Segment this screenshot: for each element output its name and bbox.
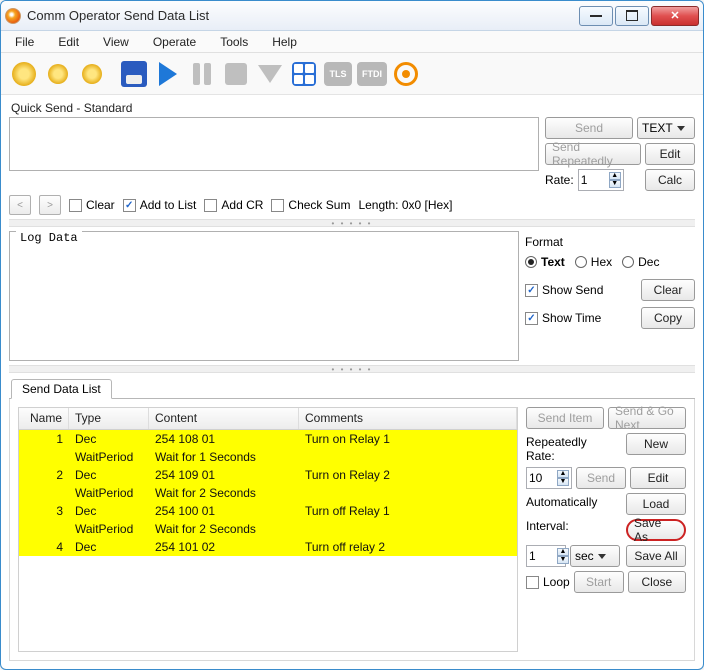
table-row[interactable]: WaitPeriodWait for 2 Seconds [19,484,517,502]
automatically-label: Automatically [526,495,622,515]
rate-spinner[interactable]: ▲▼ [578,169,624,191]
repeat-send-button[interactable]: Send [576,467,626,489]
menubar: File Edit View Operate Tools Help [1,31,703,53]
menu-tools[interactable]: Tools [216,33,252,51]
col-type[interactable]: Type [69,408,149,429]
connect-icon[interactable] [9,59,39,89]
new-button[interactable]: New [626,433,686,455]
toolbar: TLS FTDI [1,53,703,95]
repeat-rate-spinner[interactable]: ▲▼ [526,467,572,489]
grid-header: Name Type Content Comments [19,408,517,430]
log-data-box: Log Data [9,231,519,361]
stop-icon[interactable] [221,59,251,89]
menu-view[interactable]: View [99,33,133,51]
list-edit-button[interactable]: Edit [630,467,686,489]
rate-label-2: Rate: [526,449,622,463]
menu-file[interactable]: File [11,33,38,51]
data-list-grid[interactable]: Name Type Content Comments 1Dec254 108 0… [18,407,518,652]
interval-label: Interval: [526,519,622,541]
download-icon[interactable] [255,59,285,89]
format-label: Format [525,235,695,249]
next-button[interactable]: > [39,195,61,215]
play-icon[interactable] [153,59,183,89]
save-as-button[interactable]: Save As [626,519,686,541]
table-row[interactable] [19,592,517,610]
save-all-button[interactable]: Save All [626,545,686,567]
maximize-button[interactable] [615,6,649,26]
table-row[interactable]: 4Dec254 101 02Turn off relay 2 [19,538,517,556]
titlebar: Comm Operator Send Data List [1,1,703,31]
clear-checkbox[interactable]: Clear [69,198,115,212]
col-name[interactable]: Name [19,408,69,429]
window-title: Comm Operator Send Data List [27,8,209,23]
checksum-checkbox[interactable]: Check Sum [271,198,350,212]
app-window: Comm Operator Send Data List File Edit V… [0,0,704,670]
quick-send-panel: Quick Send - Standard Send TEXT Send Rep… [9,99,695,215]
table-row[interactable]: 2Dec254 109 01Turn on Relay 2 [19,466,517,484]
table-row[interactable] [19,556,517,574]
send-item-button[interactable]: Send Item [526,407,604,429]
table-row[interactable] [19,628,517,646]
splitter-1[interactable]: • • • • • [9,219,695,227]
reconnect-icon[interactable] [77,59,107,89]
col-content[interactable]: Content [149,408,299,429]
show-time-checkbox[interactable]: Show Time [525,311,601,325]
start-button[interactable]: Start [574,571,624,593]
quick-send-label: Quick Send - Standard [9,99,695,117]
table-row[interactable] [19,574,517,592]
add-to-list-checkbox[interactable]: Add to List [123,198,197,212]
minimize-button[interactable] [579,6,613,26]
app-icon [5,8,21,24]
tls-icon[interactable]: TLS [323,59,353,89]
save-icon[interactable] [119,59,149,89]
ftdi-icon[interactable]: FTDI [357,59,387,89]
table-row[interactable] [19,610,517,628]
send-data-list-panel: Send Data List Name Type Content Comment… [9,377,695,661]
close-button[interactable] [651,6,699,26]
menu-edit[interactable]: Edit [54,33,83,51]
menu-help[interactable]: Help [268,33,301,51]
splitter-2[interactable]: • • • • • [9,365,695,373]
list-close-button[interactable]: Close [628,571,686,593]
table-row[interactable]: WaitPeriodWait for 1 Seconds [19,448,517,466]
format-text-radio[interactable]: Text [525,255,565,269]
interval-spinner[interactable]: ▲▼ [526,545,566,567]
prev-button[interactable]: < [9,195,31,215]
tab-send-data-list[interactable]: Send Data List [11,379,112,399]
send-go-next-button[interactable]: Send & Go Next [608,407,686,429]
col-comments[interactable]: Comments [299,408,517,429]
table-row[interactable]: 3Dec254 100 01Turn off Relay 1 [19,502,517,520]
loop-checkbox[interactable]: Loop [526,571,570,593]
load-button[interactable]: Load [626,493,686,515]
format-combo[interactable]: TEXT [637,117,695,139]
edit-button[interactable]: Edit [645,143,695,165]
log-copy-button[interactable]: Copy [641,307,695,329]
format-hex-radio[interactable]: Hex [575,255,612,269]
target-icon[interactable] [391,59,421,89]
format-dec-radio[interactable]: Dec [622,255,659,269]
log-data-label: Log Data [16,231,82,245]
table-row[interactable]: WaitPeriodWait for 2 Seconds [19,520,517,538]
show-send-checkbox[interactable]: Show Send [525,283,603,297]
log-clear-button[interactable]: Clear [641,279,695,301]
pause-icon[interactable] [187,59,217,89]
calc-button[interactable]: Calc [645,169,695,191]
table-row[interactable]: 1Dec254 108 01Turn on Relay 1 [19,430,517,448]
rate-label: Rate: [545,173,574,187]
length-label: Length: 0x0 [Hex] [358,198,452,212]
repeatedly-label: Repeatedly [526,435,622,449]
add-cr-checkbox[interactable]: Add CR [204,198,263,212]
send-button[interactable]: Send [545,117,633,139]
disconnect-icon[interactable] [43,59,73,89]
interval-unit-combo[interactable]: sec [570,545,620,567]
menu-operate[interactable]: Operate [149,33,200,51]
send-repeatedly-button[interactable]: Send Repeatedly [545,143,641,165]
quick-send-textarea[interactable] [9,117,539,171]
calculator-icon[interactable] [289,59,319,89]
